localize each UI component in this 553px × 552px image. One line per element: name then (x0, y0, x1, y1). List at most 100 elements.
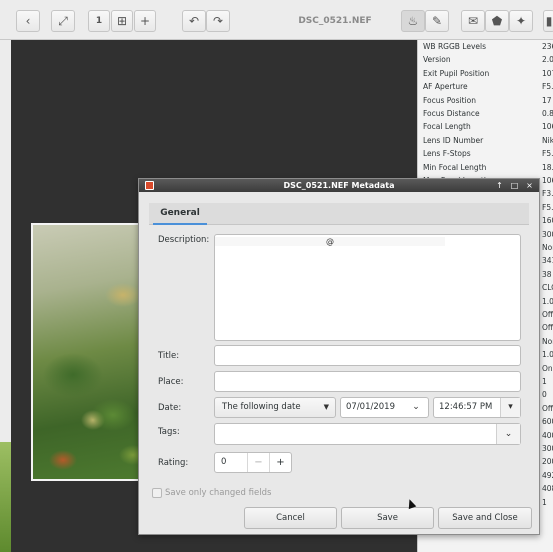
metadata-value: F5. (542, 82, 553, 92)
edit-button[interactable]: ✎ (425, 10, 449, 32)
metadata-row[interactable]: Exit Pupil Position 107 (418, 67, 553, 80)
rotate-left-icon: ↶ (188, 14, 200, 28)
metadata-value: 17 (542, 95, 552, 105)
save-changed-only-label: Save only changed fields (165, 488, 272, 498)
time-field[interactable]: 12:46:57 PM ▾ (433, 397, 521, 418)
metadata-row[interactable]: Lens F-Stops F5. (418, 147, 553, 160)
close-button[interactable]: × (524, 180, 535, 191)
info-toggle-button[interactable]: ♨ (401, 10, 425, 32)
metadata-dialog: DSC_0521.NEF Metadata ↑ □ × General Desc… (138, 178, 540, 535)
metadata-value: CLO (542, 283, 553, 293)
wrench-icon: ✦ (515, 14, 527, 28)
brush-icon: ✎ (431, 14, 443, 28)
description-value: @ (215, 237, 445, 246)
chevron-down-icon[interactable]: ⌄ (496, 424, 520, 444)
metadata-key: Focus Position (423, 95, 477, 105)
single-view-button[interactable]: 1 (88, 10, 110, 32)
rotate-right-icon: ↷ (212, 14, 224, 28)
metadata-value: Nor (542, 243, 553, 252)
metadata-value: 106 (542, 122, 553, 132)
date-mode-select[interactable]: The following date ▼ (214, 397, 336, 418)
fullscreen-button[interactable]: ⤢ (51, 10, 75, 32)
metadata-row[interactable]: Version 2.0 (418, 53, 553, 66)
tags-field[interactable]: ⌄ (214, 423, 521, 445)
metadata-value: Off (542, 323, 553, 333)
main-toolbar: ‹ ⤢ 1 ⊞ + ↶ ↷ DSC_0521.NEF ♨ ✎ ✉ ⬟ ✦ ▮ (0, 0, 553, 40)
dialog-tabbar: General (149, 203, 529, 225)
metadata-value: Off (542, 310, 553, 319)
metadata-row[interactable]: WB RGGB Levels 236 (418, 40, 553, 53)
rating-stepper[interactable]: 0 − + (214, 452, 292, 473)
metadata-value: F5. (542, 202, 553, 212)
metadata-value: 341 (542, 256, 553, 266)
metadata-row[interactable]: AF Aperture F5. (418, 80, 553, 93)
left-gutter (0, 40, 11, 552)
metadata-value: On (542, 363, 553, 373)
time-dropdown-icon[interactable]: ▾ (500, 398, 520, 417)
more-button[interactable]: ▮ (543, 10, 553, 32)
comment-icon: ✉ (467, 14, 479, 28)
tab-general[interactable]: General (153, 203, 207, 225)
grid-view-button[interactable]: ⊞ (111, 10, 133, 32)
maximize-button[interactable]: □ (509, 180, 520, 191)
chevron-down-icon[interactable]: ⌄ (404, 398, 428, 417)
rating-value: 0 (221, 457, 227, 467)
metadata-value: 300 (542, 444, 553, 453)
comment-button[interactable]: ✉ (461, 10, 485, 32)
tools-button[interactable]: ✦ (509, 10, 533, 32)
metadata-row[interactable]: Min Focal Length 18. (418, 161, 553, 174)
metadata-value: Nik (542, 135, 553, 145)
title-field[interactable] (214, 345, 521, 366)
metadata-key: AF Aperture (423, 82, 468, 92)
date-label: Date: (158, 403, 182, 413)
metadata-key: Focus Distance (423, 109, 480, 118)
back-button[interactable]: ‹ (16, 10, 40, 32)
metadata-row[interactable]: Focus Position 17 (418, 94, 553, 107)
metadata-value: 1 (542, 377, 547, 386)
metadata-key: WB RGGB Levels (423, 42, 487, 51)
menu-icon: ▮ (545, 14, 553, 28)
metadata-key: Lens F-Stops (423, 149, 471, 159)
metadata-value: 1.0 (542, 350, 553, 360)
metadata-value: 160 (542, 216, 553, 226)
tag-icon: ⬟ (491, 14, 503, 28)
metadata-value: 600 (542, 417, 553, 427)
save-button[interactable]: Save (341, 507, 434, 529)
metadata-value: 0.8 (542, 109, 553, 118)
metadata-value: 107 (542, 68, 553, 78)
metadata-row[interactable]: Focus Distance 0.8 (418, 107, 553, 120)
metadata-value: 1.0 (542, 296, 553, 306)
date-field[interactable]: 07/01/2019 ⌄ (340, 397, 429, 418)
grid-icon: ⊞ (116, 14, 128, 28)
rotate-left-button[interactable]: ↶ (182, 10, 206, 32)
date-mode-value: The following date (222, 402, 301, 412)
metadata-value: F3. (542, 189, 553, 199)
place-label: Place: (158, 377, 184, 387)
metadata-value: 38 (542, 269, 552, 279)
add-button[interactable]: + (134, 10, 156, 32)
description-field[interactable]: @ (214, 234, 521, 341)
metadata-value: 106 (542, 176, 553, 185)
rating-decrease-button[interactable]: − (247, 453, 269, 472)
rating-increase-button[interactable]: + (269, 453, 291, 472)
save-changed-only-checkbox[interactable] (152, 488, 162, 498)
metadata-value: 236 (542, 42, 553, 51)
single-view-icon: 1 (95, 16, 103, 26)
photo-preview[interactable] (31, 223, 151, 481)
metadata-row[interactable]: Focal Length 106 (418, 120, 553, 133)
cancel-button[interactable]: Cancel (244, 507, 337, 529)
chevron-left-icon: ‹ (25, 14, 31, 28)
metadata-key: Exit Pupil Position (423, 68, 490, 78)
tag-button[interactable]: ⬟ (485, 10, 509, 32)
metadata-value: 400 (542, 430, 553, 440)
place-field[interactable] (214, 371, 521, 392)
shade-window-button[interactable]: ↑ (494, 180, 505, 191)
background-image-edge (0, 442, 11, 552)
metadata-row[interactable]: Lens ID Number Nik (418, 134, 553, 147)
description-label: Description: (158, 235, 210, 245)
rotate-right-button[interactable]: ↷ (206, 10, 230, 32)
dropdown-arrow-icon: ▼ (323, 403, 329, 411)
metadata-value: 492 (542, 470, 553, 480)
save-and-close-button[interactable]: Save and Close (438, 507, 532, 529)
dialog-titlebar[interactable]: DSC_0521.NEF Metadata ↑ □ × (139, 179, 539, 192)
